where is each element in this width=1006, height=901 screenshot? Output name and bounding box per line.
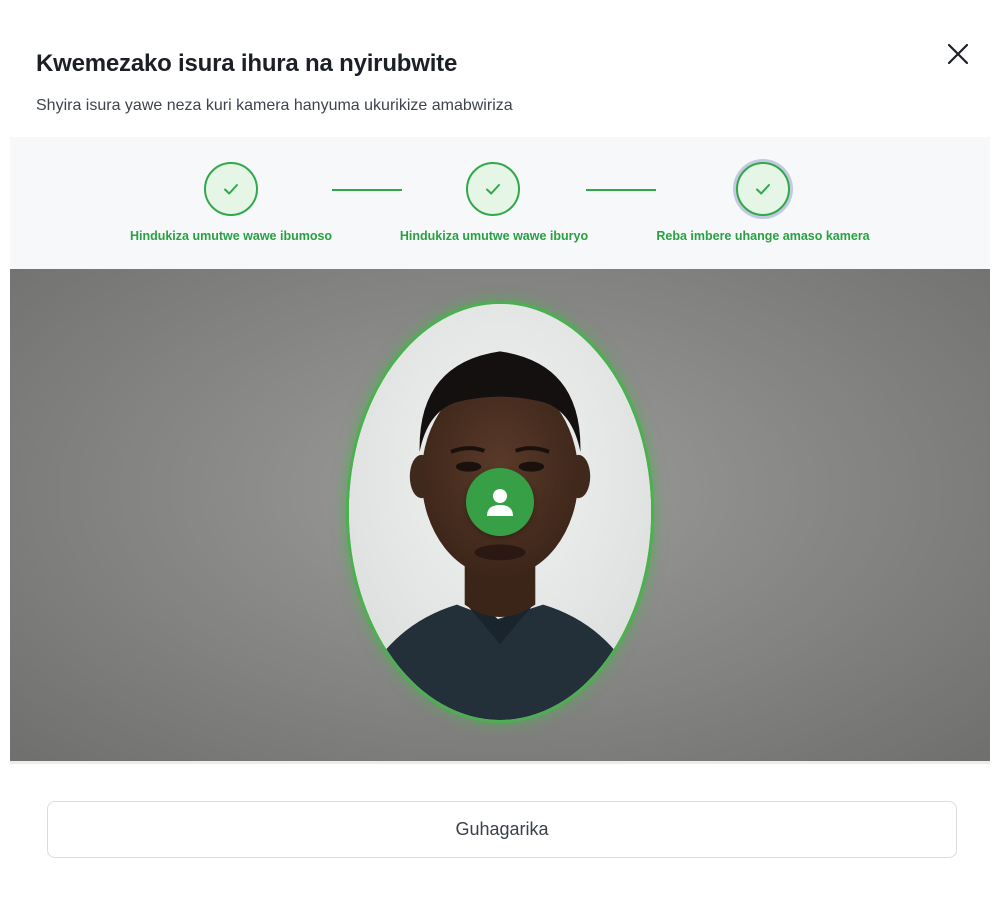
- user-avatar-badge: [466, 468, 534, 536]
- step-2-indicator: [466, 162, 520, 216]
- step-1-indicator: [204, 162, 258, 216]
- check-icon: [486, 184, 500, 195]
- camera-divider: [10, 761, 990, 764]
- cancel-button[interactable]: Guhagarika: [47, 801, 957, 858]
- user-icon: [487, 489, 513, 516]
- step-3-indicator: [736, 162, 790, 216]
- progress-steps: Hindukiza umutwe wawe ibumoso Hindukiza …: [10, 137, 990, 269]
- face-verification-dialog: Kwemezako isura ihura na nyirubwite Shyi…: [0, 0, 1006, 901]
- check-icon: [756, 184, 770, 195]
- dialog-title: Kwemezako isura ihura na nyirubwite: [36, 50, 458, 77]
- close-icon: [947, 43, 969, 65]
- step-connector: [586, 189, 656, 191]
- close-button[interactable]: [940, 36, 976, 72]
- camera-preview: [10, 269, 990, 762]
- step-connector: [332, 189, 402, 191]
- step-3-label: Reba imbere uhange amaso kamera: [656, 229, 870, 243]
- dialog-subtitle: Shyira isura yawe neza kuri kamera hanyu…: [36, 97, 513, 114]
- step-2-label: Hindukiza umutwe wawe iburyo: [399, 229, 589, 243]
- check-icon: [224, 184, 238, 195]
- step-1-label: Hindukiza umutwe wawe ibumoso: [129, 229, 333, 243]
